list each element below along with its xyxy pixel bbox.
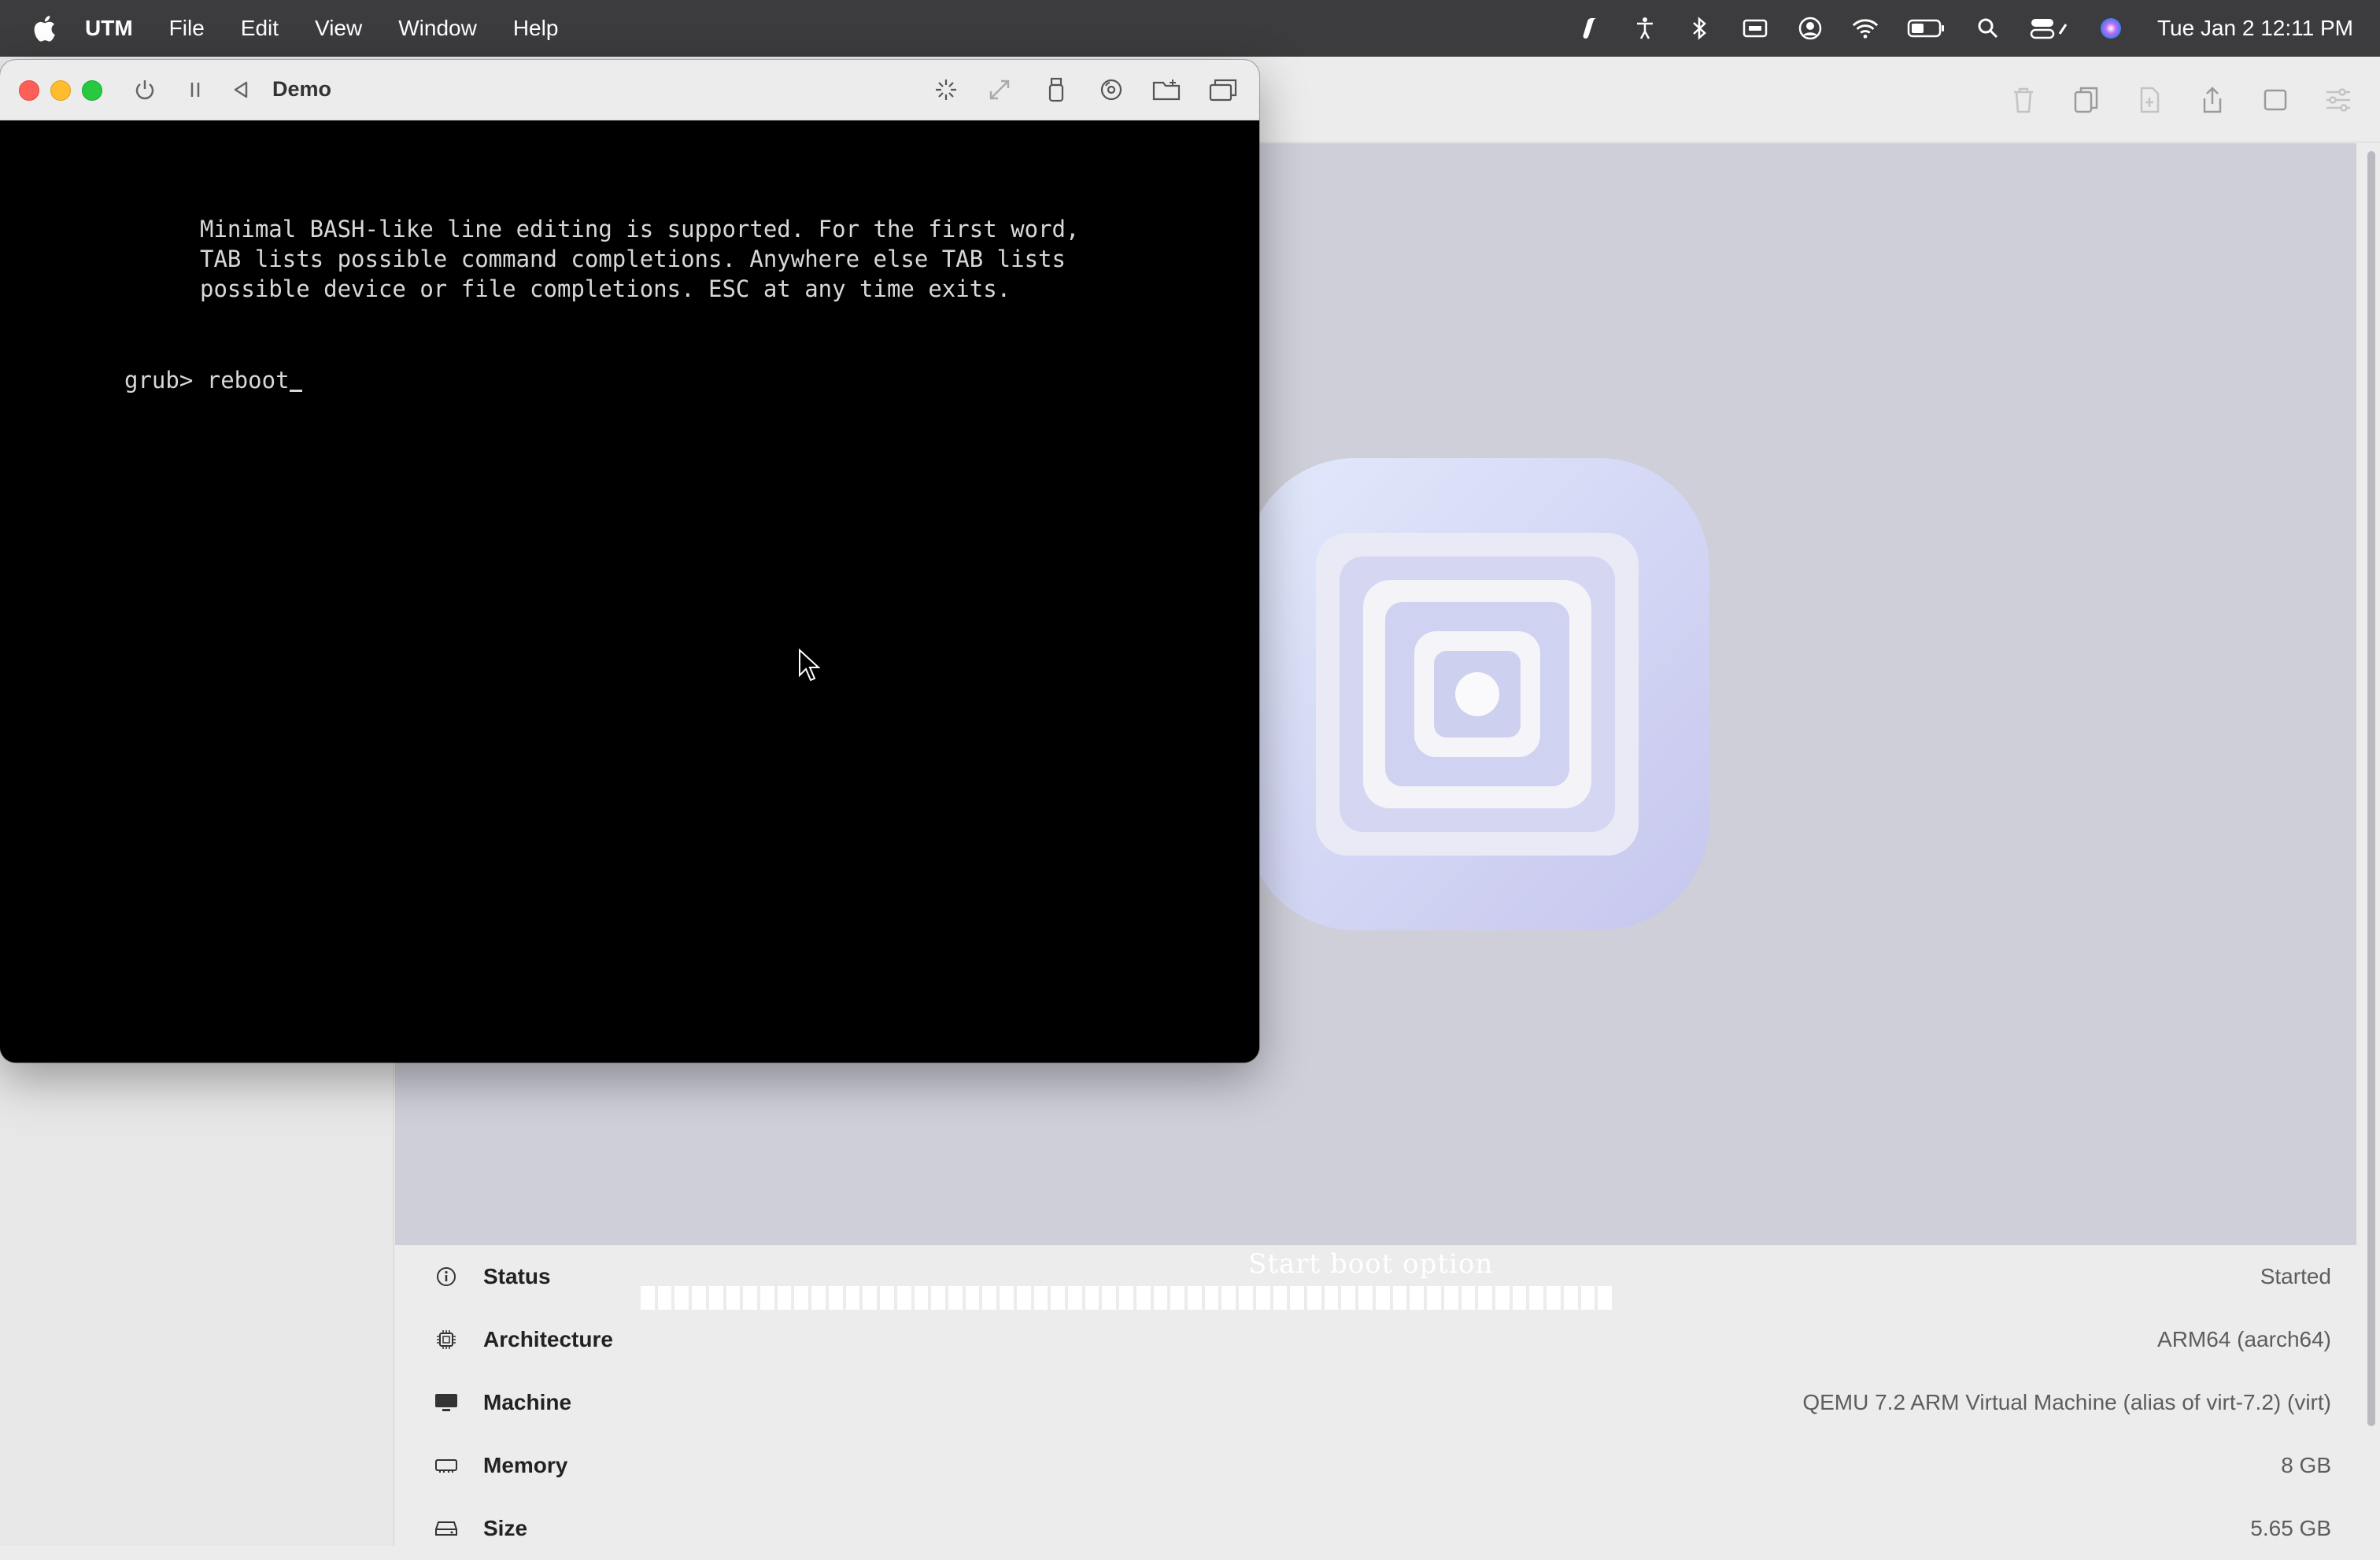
display-icon — [434, 1391, 458, 1414]
terminal-line: Minimal BASH-like line editing is suppor… — [200, 216, 1080, 242]
detail-label: Status — [483, 1264, 551, 1288]
script-icon[interactable] — [1576, 15, 1603, 42]
vm-terminal-screen[interactable]: Minimal BASH-like line editing is suppor… — [0, 120, 1259, 1063]
terminal-line: possible device or file completions. ESC… — [200, 275, 1011, 302]
cpu-icon — [434, 1328, 458, 1351]
vm-display-window: Demo Minimal BASH-like line editing is s… — [0, 60, 1259, 1063]
detail-value: QEMU 7.2 ARM Virtual Machine (alias of v… — [1802, 1390, 2331, 1414]
shared-folder-icon[interactable] — [1152, 76, 1181, 104]
detail-label: Memory — [483, 1453, 568, 1477]
bluetooth-icon[interactable] — [1687, 15, 1713, 42]
grub-help-text: Minimal BASH-like line editing is suppor… — [200, 214, 1079, 304]
menu-window[interactable]: Window — [398, 16, 477, 41]
control-center-icon[interactable] — [2030, 15, 2069, 42]
grub-prompt: grub> — [124, 367, 207, 394]
scrollbar-thumb[interactable] — [2367, 151, 2375, 1426]
share-icon[interactable] — [2197, 85, 2227, 115]
clone-icon[interactable] — [2071, 85, 2101, 115]
detail-label: Architecture — [483, 1327, 613, 1351]
restart-icon[interactable] — [227, 76, 255, 104]
info-icon — [434, 1265, 458, 1288]
window-icon[interactable] — [2260, 85, 2290, 115]
detail-row-machine: Machine QEMU 7.2 ARM Virtual Machine (al… — [395, 1371, 2356, 1434]
vm-titlebar[interactable]: Demo — [0, 60, 1259, 120]
menu-clock[interactable]: Tue Jan 2 12:11 PM — [2157, 16, 2353, 41]
wifi-icon[interactable] — [1852, 15, 1879, 42]
detail-value: 5.65 GB — [2250, 1516, 2331, 1540]
preview-scrollbar[interactable] — [2366, 143, 2377, 1481]
detail-value: Started — [2260, 1264, 2331, 1288]
new-document-icon[interactable] — [2134, 85, 2164, 115]
detail-row-architecture: Architecture ARM64 (aarch64) — [395, 1308, 2356, 1371]
siri-icon[interactable] — [2097, 15, 2124, 42]
terminal-line: TAB lists possible command completions. … — [200, 246, 1066, 272]
capture-input-icon[interactable] — [932, 76, 960, 104]
text-cursor — [289, 390, 302, 392]
mouse-pointer-icon — [798, 648, 821, 686]
trash-icon[interactable] — [2009, 85, 2038, 115]
power-icon[interactable] — [131, 76, 159, 104]
resize-display-icon[interactable] — [985, 76, 1014, 104]
menu-app-name[interactable]: UTM — [85, 16, 133, 41]
detail-value: 8 GB — [2281, 1453, 2331, 1477]
cd-dvd-icon[interactable] — [1097, 76, 1125, 104]
menu-file[interactable]: File — [169, 16, 205, 41]
detail-row-status: Status Started — [395, 1245, 2356, 1308]
menu-view[interactable]: View — [315, 16, 362, 41]
user-icon[interactable] — [1797, 15, 1824, 42]
memory-icon — [434, 1454, 458, 1477]
detail-label: Size — [483, 1516, 528, 1540]
drive-icon — [434, 1517, 458, 1540]
pause-icon[interactable] — [181, 76, 209, 104]
windows-icon[interactable] — [1209, 76, 1237, 104]
detail-value: ARM64 (aarch64) — [2157, 1327, 2331, 1351]
utm-logo-icon — [1245, 458, 1725, 930]
grub-command: reboot — [206, 367, 290, 394]
vm-window-title: Demo — [272, 77, 332, 101]
spotlight-search-icon[interactable] — [1975, 15, 2001, 42]
battery-icon[interactable] — [1907, 15, 1946, 42]
keyboard-input-icon[interactable] — [1742, 15, 1768, 42]
detail-label: Machine — [483, 1390, 572, 1414]
settings-sliders-icon[interactable] — [2323, 85, 2353, 115]
menu-help[interactable]: Help — [513, 16, 559, 41]
grub-prompt-line: grub> reboot — [124, 365, 302, 395]
usb-drive-icon[interactable] — [1042, 76, 1070, 104]
accessibility-icon[interactable] — [1632, 15, 1658, 42]
detail-row-size: Size 5.65 GB — [395, 1497, 2356, 1560]
minimize-window-button[interactable] — [50, 80, 71, 101]
menu-edit[interactable]: Edit — [241, 16, 279, 41]
apple-menu-icon[interactable] — [31, 14, 57, 43]
menu-bar: UTM File Edit View Window Help Tue Jan 2… — [0, 0, 2380, 57]
vm-details-list: Status Started Architecture ARM64 (aarch… — [395, 1245, 2356, 1560]
detail-row-memory: Memory 8 GB — [395, 1434, 2356, 1497]
close-window-button[interactable] — [19, 80, 39, 101]
zoom-window-button[interactable] — [82, 80, 102, 101]
